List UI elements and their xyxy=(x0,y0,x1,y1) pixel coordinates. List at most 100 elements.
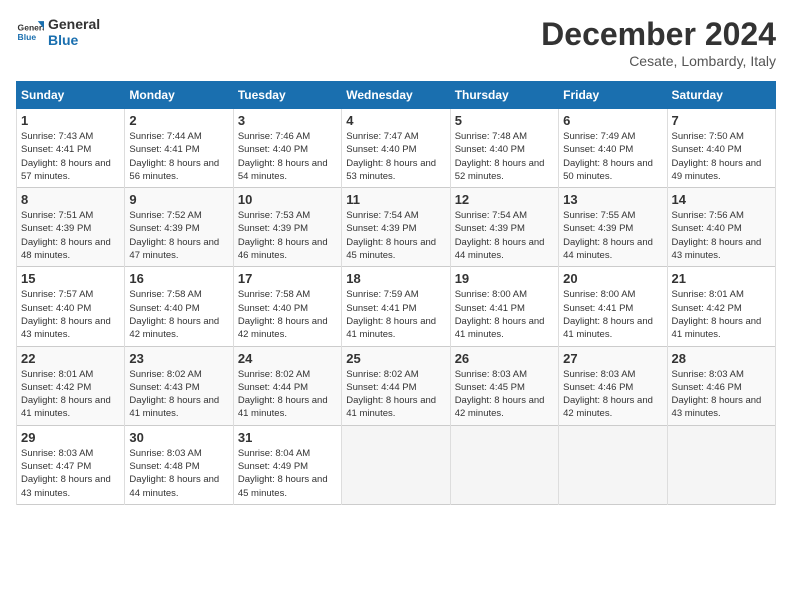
calendar-day-cell: 8 Sunrise: 7:51 AMSunset: 4:39 PMDayligh… xyxy=(17,188,125,267)
day-info: Sunrise: 7:50 AMSunset: 4:40 PMDaylight:… xyxy=(672,130,771,183)
logo-text-general: General xyxy=(48,16,100,32)
day-number: 4 xyxy=(346,113,445,128)
day-info: Sunrise: 7:54 AMSunset: 4:39 PMDaylight:… xyxy=(346,209,445,262)
day-info: Sunrise: 8:02 AMSunset: 4:43 PMDaylight:… xyxy=(129,368,228,421)
calendar-week-row: 29 Sunrise: 8:03 AMSunset: 4:47 PMDaylig… xyxy=(17,425,776,504)
calendar-week-row: 1 Sunrise: 7:43 AMSunset: 4:41 PMDayligh… xyxy=(17,109,776,188)
day-number: 2 xyxy=(129,113,228,128)
day-number: 25 xyxy=(346,351,445,366)
day-info: Sunrise: 8:03 AMSunset: 4:46 PMDaylight:… xyxy=(563,368,662,421)
day-number: 15 xyxy=(21,271,120,286)
day-number: 26 xyxy=(455,351,554,366)
weekday-header-wednesday: Wednesday xyxy=(342,82,450,109)
calendar-day-cell: 17 Sunrise: 7:58 AMSunset: 4:40 PMDaylig… xyxy=(233,267,341,346)
day-number: 9 xyxy=(129,192,228,207)
day-number: 14 xyxy=(672,192,771,207)
day-info: Sunrise: 7:48 AMSunset: 4:40 PMDaylight:… xyxy=(455,130,554,183)
day-info: Sunrise: 7:47 AMSunset: 4:40 PMDaylight:… xyxy=(346,130,445,183)
weekday-header-friday: Friday xyxy=(559,82,667,109)
calendar-day-cell xyxy=(667,425,775,504)
day-info: Sunrise: 8:03 AMSunset: 4:46 PMDaylight:… xyxy=(672,368,771,421)
day-number: 24 xyxy=(238,351,337,366)
day-number: 19 xyxy=(455,271,554,286)
calendar-day-cell xyxy=(559,425,667,504)
day-info: Sunrise: 8:03 AMSunset: 4:45 PMDaylight:… xyxy=(455,368,554,421)
weekday-header-monday: Monday xyxy=(125,82,233,109)
calendar-header-row: SundayMondayTuesdayWednesdayThursdayFrid… xyxy=(17,82,776,109)
calendar-day-cell: 26 Sunrise: 8:03 AMSunset: 4:45 PMDaylig… xyxy=(450,346,558,425)
calendar-day-cell: 25 Sunrise: 8:02 AMSunset: 4:44 PMDaylig… xyxy=(342,346,450,425)
day-number: 12 xyxy=(455,192,554,207)
logo-text-blue: Blue xyxy=(48,32,100,48)
title-block: December 2024 Cesate, Lombardy, Italy xyxy=(541,16,776,69)
calendar-day-cell: 12 Sunrise: 7:54 AMSunset: 4:39 PMDaylig… xyxy=(450,188,558,267)
day-number: 23 xyxy=(129,351,228,366)
day-number: 29 xyxy=(21,430,120,445)
calendar-day-cell: 29 Sunrise: 8:03 AMSunset: 4:47 PMDaylig… xyxy=(17,425,125,504)
calendar-day-cell: 10 Sunrise: 7:53 AMSunset: 4:39 PMDaylig… xyxy=(233,188,341,267)
calendar-day-cell: 27 Sunrise: 8:03 AMSunset: 4:46 PMDaylig… xyxy=(559,346,667,425)
calendar-day-cell: 18 Sunrise: 7:59 AMSunset: 4:41 PMDaylig… xyxy=(342,267,450,346)
day-number: 30 xyxy=(129,430,228,445)
calendar-day-cell: 23 Sunrise: 8:02 AMSunset: 4:43 PMDaylig… xyxy=(125,346,233,425)
day-number: 16 xyxy=(129,271,228,286)
day-number: 21 xyxy=(672,271,771,286)
day-info: Sunrise: 7:52 AMSunset: 4:39 PMDaylight:… xyxy=(129,209,228,262)
calendar-day-cell: 31 Sunrise: 8:04 AMSunset: 4:49 PMDaylig… xyxy=(233,425,341,504)
location-title: Cesate, Lombardy, Italy xyxy=(541,53,776,69)
day-info: Sunrise: 7:56 AMSunset: 4:40 PMDaylight:… xyxy=(672,209,771,262)
calendar-day-cell xyxy=(342,425,450,504)
day-info: Sunrise: 8:00 AMSunset: 4:41 PMDaylight:… xyxy=(455,288,554,341)
calendar-day-cell: 28 Sunrise: 8:03 AMSunset: 4:46 PMDaylig… xyxy=(667,346,775,425)
calendar-day-cell: 22 Sunrise: 8:01 AMSunset: 4:42 PMDaylig… xyxy=(17,346,125,425)
calendar-day-cell: 30 Sunrise: 8:03 AMSunset: 4:48 PMDaylig… xyxy=(125,425,233,504)
weekday-header-sunday: Sunday xyxy=(17,82,125,109)
day-info: Sunrise: 8:03 AMSunset: 4:48 PMDaylight:… xyxy=(129,447,228,500)
calendar-day-cell: 11 Sunrise: 7:54 AMSunset: 4:39 PMDaylig… xyxy=(342,188,450,267)
calendar-day-cell: 7 Sunrise: 7:50 AMSunset: 4:40 PMDayligh… xyxy=(667,109,775,188)
day-info: Sunrise: 7:43 AMSunset: 4:41 PMDaylight:… xyxy=(21,130,120,183)
calendar-week-row: 22 Sunrise: 8:01 AMSunset: 4:42 PMDaylig… xyxy=(17,346,776,425)
calendar-table: SundayMondayTuesdayWednesdayThursdayFrid… xyxy=(16,81,776,505)
day-number: 17 xyxy=(238,271,337,286)
day-info: Sunrise: 7:44 AMSunset: 4:41 PMDaylight:… xyxy=(129,130,228,183)
day-info: Sunrise: 8:03 AMSunset: 4:47 PMDaylight:… xyxy=(21,447,120,500)
day-number: 3 xyxy=(238,113,337,128)
svg-text:Blue: Blue xyxy=(18,32,37,42)
day-number: 13 xyxy=(563,192,662,207)
weekday-header-tuesday: Tuesday xyxy=(233,82,341,109)
calendar-day-cell: 1 Sunrise: 7:43 AMSunset: 4:41 PMDayligh… xyxy=(17,109,125,188)
calendar-day-cell: 15 Sunrise: 7:57 AMSunset: 4:40 PMDaylig… xyxy=(17,267,125,346)
calendar-day-cell: 3 Sunrise: 7:46 AMSunset: 4:40 PMDayligh… xyxy=(233,109,341,188)
calendar-day-cell: 13 Sunrise: 7:55 AMSunset: 4:39 PMDaylig… xyxy=(559,188,667,267)
calendar-day-cell: 2 Sunrise: 7:44 AMSunset: 4:41 PMDayligh… xyxy=(125,109,233,188)
page-header: General Blue General Blue December 2024 … xyxy=(16,16,776,69)
day-number: 22 xyxy=(21,351,120,366)
calendar-day-cell: 5 Sunrise: 7:48 AMSunset: 4:40 PMDayligh… xyxy=(450,109,558,188)
day-number: 7 xyxy=(672,113,771,128)
day-info: Sunrise: 7:53 AMSunset: 4:39 PMDaylight:… xyxy=(238,209,337,262)
day-info: Sunrise: 7:46 AMSunset: 4:40 PMDaylight:… xyxy=(238,130,337,183)
day-number: 27 xyxy=(563,351,662,366)
calendar-day-cell: 9 Sunrise: 7:52 AMSunset: 4:39 PMDayligh… xyxy=(125,188,233,267)
day-number: 11 xyxy=(346,192,445,207)
calendar-day-cell: 14 Sunrise: 7:56 AMSunset: 4:40 PMDaylig… xyxy=(667,188,775,267)
day-number: 1 xyxy=(21,113,120,128)
calendar-day-cell: 20 Sunrise: 8:00 AMSunset: 4:41 PMDaylig… xyxy=(559,267,667,346)
logo: General Blue General Blue xyxy=(16,16,100,48)
day-info: Sunrise: 7:49 AMSunset: 4:40 PMDaylight:… xyxy=(563,130,662,183)
day-info: Sunrise: 7:58 AMSunset: 4:40 PMDaylight:… xyxy=(129,288,228,341)
calendar-day-cell: 19 Sunrise: 8:00 AMSunset: 4:41 PMDaylig… xyxy=(450,267,558,346)
calendar-day-cell: 24 Sunrise: 8:02 AMSunset: 4:44 PMDaylig… xyxy=(233,346,341,425)
weekday-header-thursday: Thursday xyxy=(450,82,558,109)
day-number: 6 xyxy=(563,113,662,128)
calendar-day-cell: 6 Sunrise: 7:49 AMSunset: 4:40 PMDayligh… xyxy=(559,109,667,188)
logo-icon: General Blue xyxy=(16,18,44,46)
day-number: 10 xyxy=(238,192,337,207)
calendar-week-row: 15 Sunrise: 7:57 AMSunset: 4:40 PMDaylig… xyxy=(17,267,776,346)
day-info: Sunrise: 8:04 AMSunset: 4:49 PMDaylight:… xyxy=(238,447,337,500)
day-number: 5 xyxy=(455,113,554,128)
day-info: Sunrise: 7:51 AMSunset: 4:39 PMDaylight:… xyxy=(21,209,120,262)
day-info: Sunrise: 8:01 AMSunset: 4:42 PMDaylight:… xyxy=(672,288,771,341)
day-number: 8 xyxy=(21,192,120,207)
